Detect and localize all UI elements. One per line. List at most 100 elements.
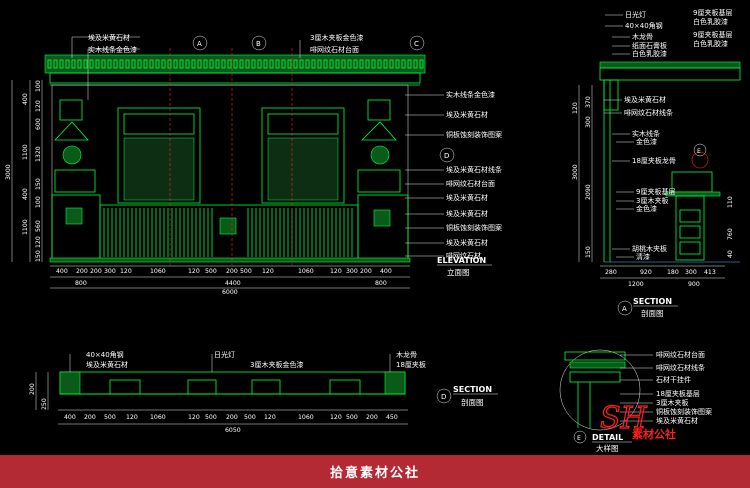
callout-label: 18厘夹板基层 <box>656 389 700 398</box>
callout-label: 啡网纹石材台面 <box>656 350 705 359</box>
callout-label: 埃及米黄石材 <box>86 360 128 369</box>
callout-label: 啡网纹石材线条 <box>624 108 673 117</box>
callout-label: 白色乳胶漆 <box>693 39 728 48</box>
callout-label: 18厘夹板龙骨 <box>632 156 676 165</box>
callout-label: 埃及米黄石材 <box>446 110 488 119</box>
dim-label: 120 <box>330 268 342 275</box>
dim-label: 1200 <box>628 281 644 288</box>
dim-label: 120 <box>572 102 579 114</box>
detail-e-subtitle: 大样图 <box>596 443 619 453</box>
callout-label: 埃及米黄石材 <box>446 193 488 202</box>
dim-label: 3000 <box>572 164 579 180</box>
footer-text: 拾意素材公社 <box>329 466 420 481</box>
dim-label: 1060 <box>298 414 314 421</box>
dim-label: 150 <box>35 250 42 262</box>
dim-label: 120 <box>126 414 138 421</box>
dim-label: 150 <box>585 246 592 258</box>
callout-label: 胡桃木夹板 <box>632 244 667 253</box>
dim-label: 1100 <box>22 144 29 160</box>
right-lantern <box>357 99 401 193</box>
cad-drawing-canvas: A B C D 埃及米黄石材 实木线条金色漆 3厘木夹板金色漆 啡网纹石材台面 … <box>5 8 741 453</box>
elevation-callouts-top: 3厘木夹板金色漆 啡网纹石材台面 <box>299 33 363 58</box>
dim-label: 1060 <box>298 268 314 275</box>
dim-label: 300 <box>104 268 116 275</box>
dim-label: 40 <box>727 250 734 258</box>
dim-label: 900 <box>688 281 700 288</box>
dim-label: 280 <box>605 269 617 276</box>
dim-label: 200 <box>226 268 238 275</box>
callout-label: 40×40角钢 <box>625 21 663 30</box>
dim-label: 600 <box>35 118 42 130</box>
dim-label: 120 <box>35 100 42 112</box>
dim-label: 1060 <box>150 268 166 275</box>
section-d-callouts: 40×40角钢 埃及米黄石材 日光灯 3厘木夹板金色漆 木龙骨 18厘夹板 <box>69 350 426 372</box>
callout-label: 9厘夹板基层 <box>693 30 732 39</box>
dim-label: 100 <box>35 80 42 92</box>
detail-e-marker: E <box>577 435 581 442</box>
right-carved-screen <box>261 107 345 204</box>
dim-label: 500 <box>240 268 252 275</box>
dim-label: 3000 <box>5 164 12 180</box>
callout-label: 纸面石膏板 <box>632 41 667 50</box>
dim-label: 200 <box>84 414 96 421</box>
callout-label: 实木线条 <box>632 129 660 138</box>
callout-label: 日光灯 <box>625 10 646 19</box>
section-a-subtitle: 剖面图 <box>641 308 664 318</box>
callout-label: 埃及米黄石材 <box>446 238 488 247</box>
left-lantern <box>54 99 96 193</box>
marker-d: D <box>444 152 449 160</box>
dim-label: 920 <box>640 269 652 276</box>
callout-label: 金色漆 <box>636 204 657 213</box>
dim-label: 250 <box>41 398 48 410</box>
dim-label: 413 <box>704 269 716 276</box>
section-d-title: SECTION <box>453 385 492 394</box>
dim-label: 400 <box>22 93 29 105</box>
dim-label: 450 <box>386 414 398 421</box>
dim-label: 200 <box>76 268 88 275</box>
callout-label: 9厘夹板基层 <box>693 8 732 17</box>
callout-label: 3厘木夹板金色漆 <box>250 360 303 369</box>
elevation-callouts-right: 实木线条金色漆埃及米黄石材铜板蚀刻装饰图案埃及米黄石材线条啡网纹石材台面埃及米黄… <box>405 90 502 260</box>
callout-label: 铜板蚀刻装饰图案 <box>446 223 502 232</box>
dim-label: 500 <box>205 414 217 421</box>
dim-label: 370 <box>585 96 592 108</box>
dim-label: 500 <box>244 414 256 421</box>
dim-label: 500 <box>104 414 116 421</box>
dim-label: 560 <box>35 220 42 232</box>
callout-label: 3厘木夹板 <box>636 196 668 205</box>
dim-label: 120 <box>120 268 132 275</box>
dim-label: 2090 <box>585 184 592 200</box>
dim-label: 200 <box>29 383 36 395</box>
dim-label: 150 <box>35 178 42 190</box>
callout-label: 金色漆 <box>636 137 657 146</box>
callout-label: 铜板蚀刻装饰图案 <box>656 407 712 416</box>
dim-label: 760 <box>727 228 734 240</box>
callout-label: 实木线条金色漆 <box>88 45 137 54</box>
section-d-subtitle: 剖面图 <box>461 397 484 407</box>
callout-label: 铜板蚀刻装饰图案 <box>446 130 502 139</box>
dim-label: 120 <box>188 268 200 275</box>
dim-label: 120 <box>264 414 276 421</box>
callout-label: 啡网纹石材台面 <box>310 45 359 54</box>
left-carved-screen <box>117 107 201 204</box>
dim-label: 400 <box>64 414 76 421</box>
callout-label: 石材干挂件 <box>656 375 691 384</box>
callout-label: 埃及米黄石材 <box>624 95 666 104</box>
dim-label: 120 <box>262 268 274 275</box>
elevation-bottom-dimensions: 800 4400 800 6000 400 200 200 300 120 1060 120… <box>50 265 410 296</box>
elevation-drawing <box>44 48 426 265</box>
callout-label: 实木线条金色漆 <box>446 90 495 99</box>
marker-b: B <box>256 40 261 48</box>
callout-label: 18厘夹板 <box>396 360 426 369</box>
callout-label: 3厘木夹板 <box>656 398 688 407</box>
dim-label: 120 <box>35 236 42 248</box>
callout-label: 日光灯 <box>214 350 235 359</box>
dim-label: 4400 <box>225 280 241 287</box>
dim-label: 1060 <box>150 414 166 421</box>
dim-label: 300 <box>346 268 358 275</box>
dim-label: 200 <box>360 268 372 275</box>
section-a-title: SECTION <box>633 297 672 306</box>
dim-label: 1100 <box>22 219 29 235</box>
elevation-title: ELEVATION <box>437 256 486 265</box>
section-d-dimensions: 200 250 6050 400 200 500 120 1060 120 500 200 50… <box>29 372 408 434</box>
